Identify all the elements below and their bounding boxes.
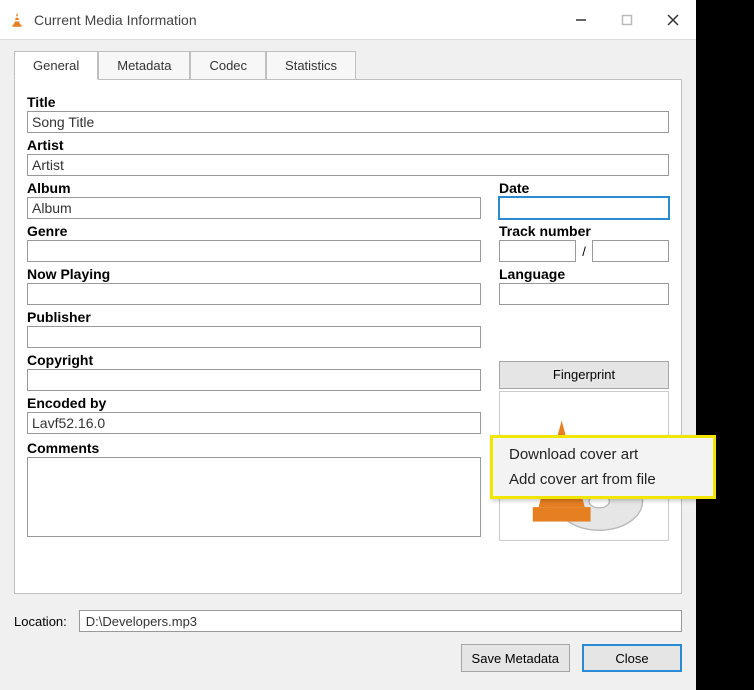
encoded-by-label: Encoded by [27,395,481,411]
track-number-label: Track number [499,223,669,239]
album-group: Album [27,176,481,219]
copyright-label: Copyright [27,352,481,368]
tab-statistics[interactable]: Statistics [266,51,356,80]
vlc-cone-icon [8,11,26,29]
now-playing-input[interactable] [27,283,481,305]
track-number-group: Track number / [499,219,669,262]
titlebar: Current Media Information [0,0,696,40]
language-label: Language [499,266,669,282]
minimize-icon [575,14,587,26]
content-area: General Metadata Codec Statistics Title … [0,40,696,600]
footer: Location: Save Metadata Close [0,600,696,690]
encoded-by-input[interactable] [27,412,481,434]
copyright-input[interactable] [27,369,481,391]
tab-general[interactable]: General [14,51,98,80]
date-label: Date [499,180,669,196]
title-group: Title [27,90,669,133]
close-button[interactable]: Close [582,644,682,672]
tab-metadata[interactable]: Metadata [98,51,190,80]
album-input[interactable] [27,197,481,219]
tabpanel-general: Title Artist Album Date [14,79,682,594]
maximize-button[interactable] [604,0,650,39]
comments-label: Comments [27,440,481,456]
date-input[interactable] [499,197,669,219]
media-info-window: Current Media Information General Metada… [0,0,696,690]
save-metadata-button[interactable]: Save Metadata [461,644,570,672]
album-label: Album [27,180,481,196]
minimize-button[interactable] [558,0,604,39]
artist-group: Artist [27,133,669,176]
track-number-input[interactable] [499,240,576,262]
menu-add-cover-art-from-file[interactable]: Add cover art from file [495,467,711,492]
now-playing-label: Now Playing [27,266,481,282]
window-close-button[interactable] [650,0,696,39]
artist-input[interactable] [27,154,669,176]
encoded-by-group: Encoded by [27,391,481,436]
track-separator: / [582,244,586,259]
publisher-input[interactable] [27,326,481,348]
tab-codec[interactable]: Codec [190,51,266,80]
menu-download-cover-art[interactable]: Download cover art [495,442,711,467]
artist-label: Artist [27,137,669,153]
fingerprint-cell: Fingerprint [499,348,669,391]
footer-button-row: Save Metadata Close [14,644,682,672]
language-input[interactable] [499,283,669,305]
window-title: Current Media Information [34,12,558,28]
title-label: Title [27,94,669,110]
title-input[interactable] [27,111,669,133]
publisher-group: Publisher [27,305,481,348]
location-label: Location: [14,614,67,629]
track-total-input[interactable] [592,240,669,262]
genre-group: Genre [27,219,481,262]
genre-label: Genre [27,223,481,239]
date-group: Date [499,176,669,219]
fingerprint-button[interactable]: Fingerprint [499,361,669,389]
titlebar-controls [558,0,696,39]
now-playing-group: Now Playing [27,262,481,305]
comments-textarea[interactable] [27,457,481,537]
genre-input[interactable] [27,240,481,262]
location-row: Location: [14,610,682,632]
copyright-group: Copyright [27,348,481,391]
location-input[interactable] [79,610,682,632]
maximize-icon [621,14,633,26]
tab-row: General Metadata Codec Statistics [14,51,682,80]
comments-group: Comments [27,436,481,542]
publisher-label: Publisher [27,309,481,325]
language-group: Language [499,262,669,305]
cover-art-context-menu: Download cover art Add cover art from fi… [490,435,716,499]
close-icon [666,13,680,27]
